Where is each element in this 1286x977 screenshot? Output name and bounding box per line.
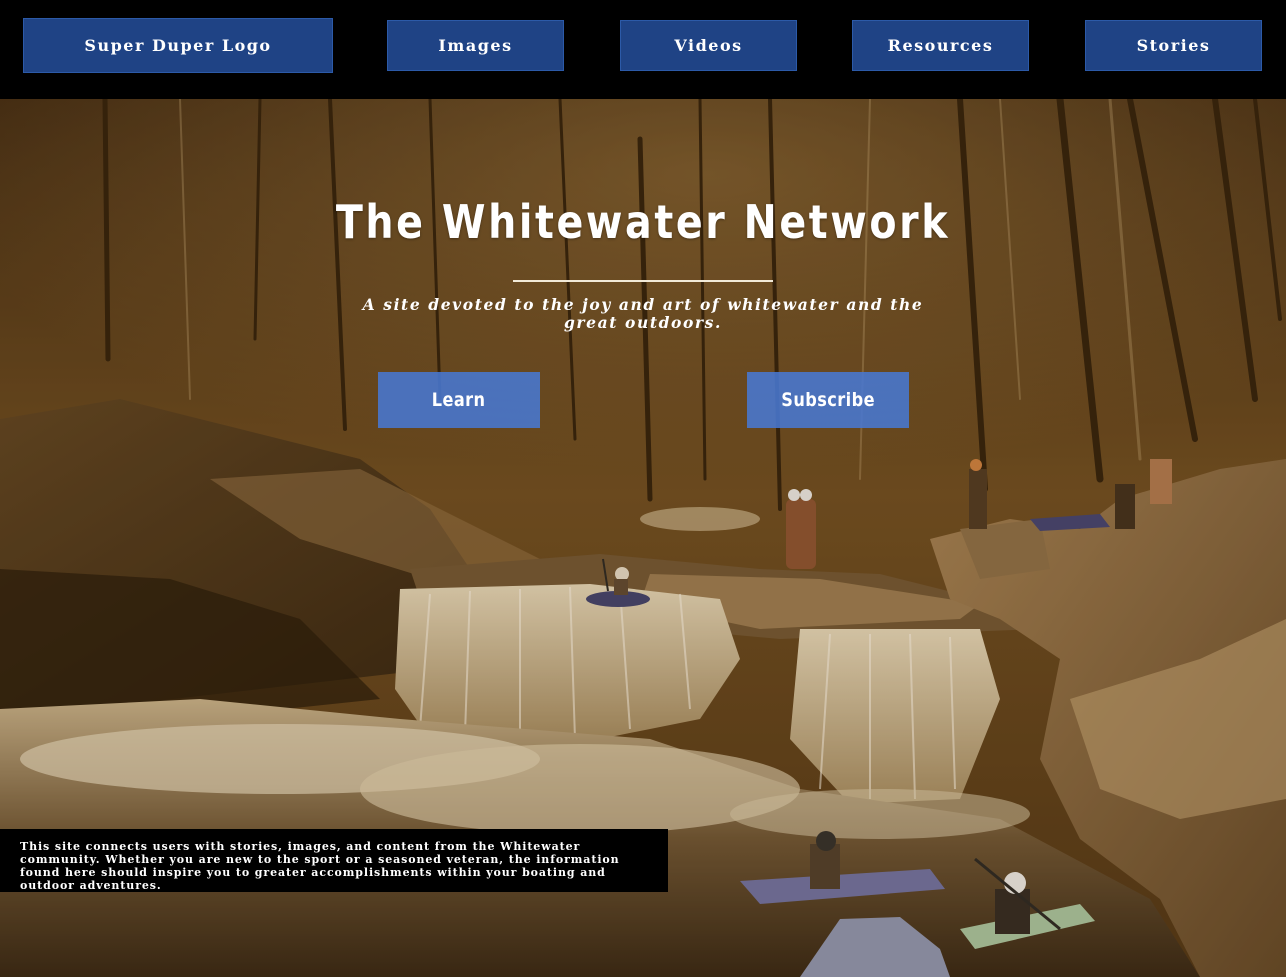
subscribe-button[interactable]: Subscribe xyxy=(747,372,909,428)
hero-section: The Whitewater Network A site devoted to… xyxy=(0,99,1286,977)
subscribe-button-label: Subscribe xyxy=(781,389,875,411)
learn-button[interactable]: Learn xyxy=(378,372,540,428)
nav-item-stories[interactable]: Stories xyxy=(1085,20,1262,71)
title-divider xyxy=(513,280,773,282)
nav-item-images[interactable]: Images xyxy=(387,20,564,71)
page-subtitle: A site devoted to the joy and art of whi… xyxy=(362,295,924,332)
nav-item-resources[interactable]: Resources xyxy=(852,20,1029,71)
logo-button[interactable]: Super Duper Logo xyxy=(23,18,333,73)
page-title: The Whitewater Network xyxy=(335,195,951,249)
nav-item-videos[interactable]: Videos xyxy=(620,20,797,71)
learn-button-label: Learn xyxy=(432,389,486,411)
site-description: This site connects users with stories, i… xyxy=(0,829,668,892)
top-navigation-bar: Super Duper Logo Images Videos Resources… xyxy=(0,0,1286,99)
